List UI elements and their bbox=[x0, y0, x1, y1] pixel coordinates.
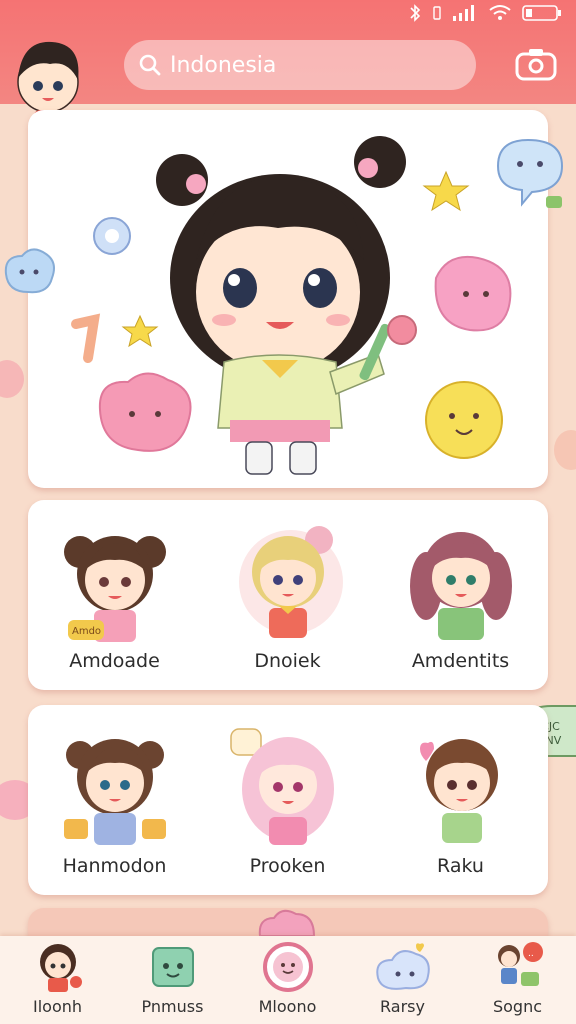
sticker-character[interactable]: Amdo bbox=[50, 514, 180, 644]
sticker-badge-text: Amdo bbox=[72, 626, 101, 637]
bluetooth-icon bbox=[410, 4, 421, 22]
sticker-cell[interactable]: Amdentits bbox=[374, 500, 547, 690]
cloud-speech-sticker bbox=[496, 138, 564, 208]
featured-card[interactable] bbox=[28, 110, 548, 488]
sticker-label: Dnoiek bbox=[254, 650, 321, 672]
sticker-label: Prooken bbox=[249, 855, 326, 877]
sticker-cell[interactable]: Dnoiek bbox=[201, 500, 374, 690]
character-icon bbox=[39, 944, 82, 992]
heart-blob-sticker bbox=[98, 372, 192, 452]
cloud-sticker bbox=[4, 248, 55, 294]
sticker-label: Raku bbox=[437, 855, 484, 877]
sticker-character[interactable] bbox=[50, 719, 180, 849]
background-blob bbox=[0, 360, 24, 398]
sticker-label: Hanmodon bbox=[62, 855, 167, 877]
status-bar bbox=[408, 3, 562, 23]
wifi-icon bbox=[489, 5, 511, 20]
tab-1[interactable]: Iloonh bbox=[0, 936, 115, 1024]
tab-4[interactable]: Rarsy bbox=[345, 936, 460, 1024]
sticker-row: Amdo Amdoade Dnoiek Amdentits bbox=[28, 500, 548, 690]
number-decoration bbox=[71, 313, 101, 363]
pink-blob-sticker bbox=[434, 256, 512, 332]
signal-icon bbox=[453, 5, 474, 21]
cloud-sticker bbox=[258, 909, 316, 937]
sticker-cell[interactable]: Prooken bbox=[201, 705, 374, 895]
tab-label: Iloonh bbox=[32, 997, 83, 1016]
star-decoration bbox=[422, 170, 470, 212]
camera-button[interactable] bbox=[512, 44, 560, 84]
sticker-cell[interactable]: Hanmodon bbox=[28, 705, 201, 895]
tab-label: Rarsy bbox=[380, 997, 425, 1016]
background-blob bbox=[554, 430, 576, 470]
svg-text:..: .. bbox=[528, 949, 534, 959]
yellow-blob-sticker bbox=[425, 381, 503, 459]
search-input[interactable]: Indonesia bbox=[170, 53, 276, 78]
characters-chat-icon: .. bbox=[497, 942, 543, 986]
tab-label: Mloono bbox=[258, 997, 317, 1016]
vibrate-icon bbox=[433, 6, 441, 20]
battery-icon bbox=[522, 5, 561, 21]
tab-5[interactable]: .. Sognc bbox=[460, 936, 575, 1024]
sticker-cell[interactable]: Raku bbox=[374, 705, 547, 895]
cloud-icon bbox=[375, 943, 430, 990]
blob-character-icon bbox=[151, 947, 194, 987]
tab-2[interactable]: Pnmuss bbox=[115, 936, 230, 1024]
sticker-row: Hanmodon Prooken Raku bbox=[28, 705, 548, 895]
sticker-character[interactable] bbox=[396, 514, 526, 644]
bottom-tab-bar: Iloonh Pnmuss Mloono Rarsy .. Sognc bbox=[0, 936, 576, 1024]
star-decoration bbox=[121, 314, 159, 348]
sticker-character[interactable] bbox=[223, 719, 353, 849]
search-bar[interactable]: Indonesia bbox=[124, 40, 476, 90]
featured-character-sticker[interactable] bbox=[28, 110, 548, 488]
sticker-cell[interactable]: Amdo Amdoade bbox=[28, 500, 201, 690]
sticker-label: Amdentits bbox=[411, 650, 510, 672]
sticker-character[interactable] bbox=[396, 719, 526, 849]
face-button-icon bbox=[262, 942, 313, 992]
sticker-label: Amdoade bbox=[69, 650, 160, 672]
gear-decoration bbox=[93, 217, 131, 255]
search-icon bbox=[139, 54, 161, 76]
tab-3[interactable]: Mloono bbox=[230, 936, 345, 1024]
tab-label: Sognc bbox=[492, 997, 543, 1016]
camera-icon bbox=[515, 49, 557, 81]
tab-label: Pnmuss bbox=[141, 997, 204, 1016]
sticker-character[interactable] bbox=[223, 514, 353, 644]
